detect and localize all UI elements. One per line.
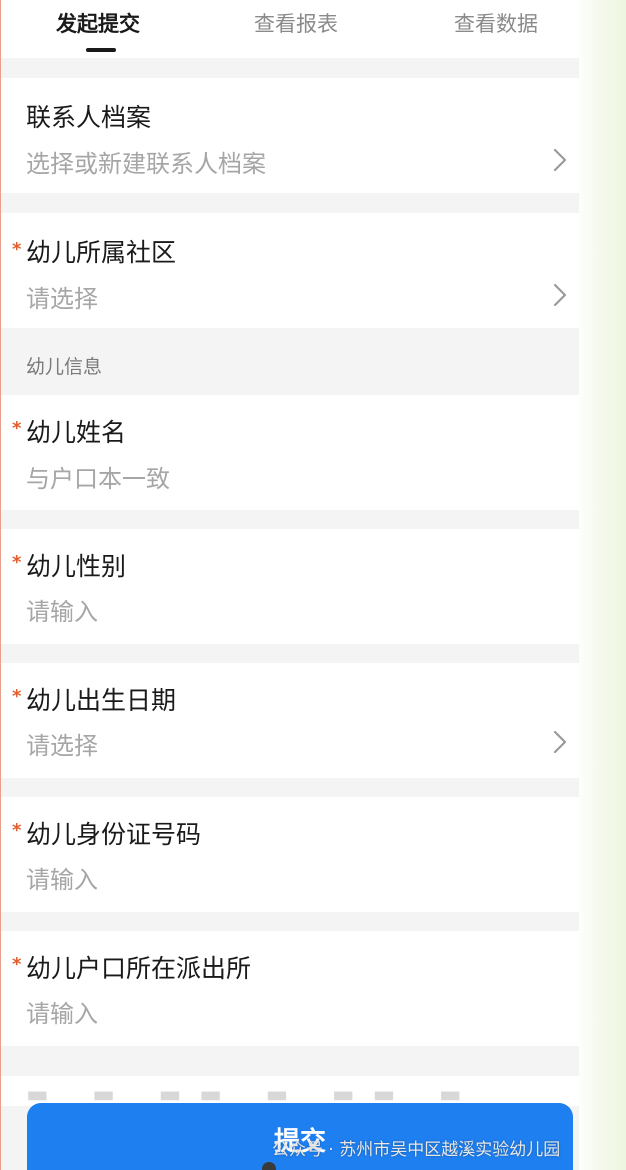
tab-bar: 发起提交 查看报表 查看数据 — [1, 0, 579, 58]
required-mark: * — [12, 418, 22, 439]
field-placeholder: 请选择 — [26, 285, 98, 313]
field-label: 幼儿姓名 — [26, 418, 127, 447]
tab-submit[interactable]: 发起提交 — [56, 8, 140, 38]
watermark-echo — [262, 1158, 282, 1170]
required-mark: * — [12, 239, 22, 260]
wechat-icon — [262, 1161, 276, 1170]
child-id-number-field[interactable]: * 幼儿身份证号码 请输入 — [1, 797, 579, 912]
required-mark: * — [12, 686, 22, 707]
community-field[interactable]: * 幼儿所属社区 请选择 — [1, 213, 579, 328]
field-label: 联系人档案 — [26, 103, 152, 132]
active-tab-indicator — [86, 48, 116, 52]
chevron-right-icon — [553, 283, 567, 307]
required-mark: * — [12, 820, 22, 841]
section-header-child-info: 幼儿信息 — [26, 356, 103, 378]
child-gender-input[interactable]: 请输入 — [26, 592, 98, 627]
next-field-partial: ▬ ▬ ▬▬ ▬ ▬▬ ▬ — [1, 1076, 579, 1106]
field-label: 幼儿所属社区 — [26, 238, 177, 267]
chevron-right-icon — [553, 730, 567, 754]
field-label: 幼儿出生日期 — [26, 686, 177, 715]
field-placeholder: 选择或新建联系人档案 — [26, 150, 266, 178]
required-mark: * — [12, 954, 22, 975]
child-name-input[interactable]: 与户口本一致 — [26, 459, 170, 494]
contact-archive-field[interactable]: 联系人档案 选择或新建联系人档案 — [1, 78, 579, 193]
child-police-station-field[interactable]: * 幼儿户口所在派出所 请输入 — [1, 931, 579, 1046]
tab-data[interactable]: 查看数据 — [454, 8, 538, 38]
child-name-field[interactable]: * 幼儿姓名 与户口本一致 — [1, 395, 579, 510]
tab-report[interactable]: 查看报表 — [254, 8, 338, 38]
required-mark: * — [12, 552, 22, 573]
field-label: 幼儿户口所在派出所 — [26, 954, 252, 983]
screen: 发起提交 查看报表 查看数据 联系人档案 选择或新建联系人档案 * 幼儿所属社区… — [0, 0, 626, 1170]
child-gender-field[interactable]: * 幼儿性别 请输入 — [1, 529, 579, 644]
child-police-station-input[interactable]: 请输入 — [26, 994, 98, 1029]
field-label: 幼儿性别 — [26, 552, 127, 581]
chevron-right-icon — [553, 148, 567, 172]
watermark: 公众号 · 苏州市吴中区越溪实验幼儿园 — [272, 1140, 561, 1160]
field-placeholder: 请选择 — [26, 732, 98, 760]
form-app: 发起提交 查看报表 查看数据 联系人档案 选择或新建联系人档案 * 幼儿所属社区… — [1, 0, 579, 1170]
child-id-number-input[interactable]: 请输入 — [26, 860, 98, 895]
child-birthdate-field[interactable]: * 幼儿出生日期 请选择 — [1, 663, 579, 778]
field-label: 幼儿身份证号码 — [26, 820, 202, 849]
